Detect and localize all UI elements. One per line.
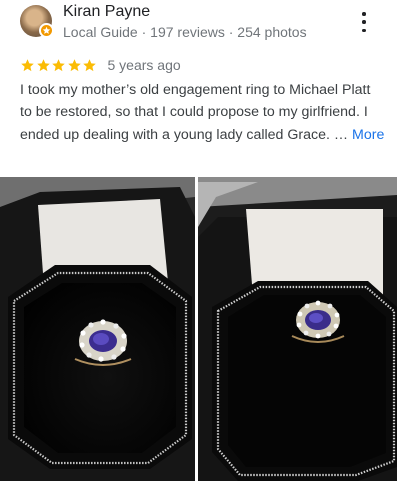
review-photo-1[interactable] xyxy=(0,177,195,481)
star-icon xyxy=(21,58,34,71)
review-text: I took my mother’s old engagement ring t… xyxy=(20,79,385,146)
star-icon xyxy=(83,58,96,71)
reviewer-name[interactable]: Kiran Payne xyxy=(63,3,150,21)
reviewer-avatar[interactable] xyxy=(20,5,54,38)
more-vert-icon[interactable] xyxy=(357,12,371,32)
more-link[interactable]: More xyxy=(352,127,384,143)
review-header: Kiran Payne Local Guide · 197 reviews · … xyxy=(0,0,397,50)
reviewer-meta: Local Guide · 197 reviews · 254 photos xyxy=(63,24,307,40)
star-icon xyxy=(52,58,65,71)
star-rating xyxy=(20,58,98,73)
local-guide-badge-icon xyxy=(39,23,54,38)
review-date: 5 years ago xyxy=(107,57,181,73)
rating-row: 5 years ago xyxy=(20,55,181,75)
review-body: I took my mother’s old engagement ring t… xyxy=(20,82,371,143)
review-photo-2[interactable] xyxy=(198,177,397,481)
star-icon xyxy=(36,58,50,71)
star-icon xyxy=(67,58,81,71)
